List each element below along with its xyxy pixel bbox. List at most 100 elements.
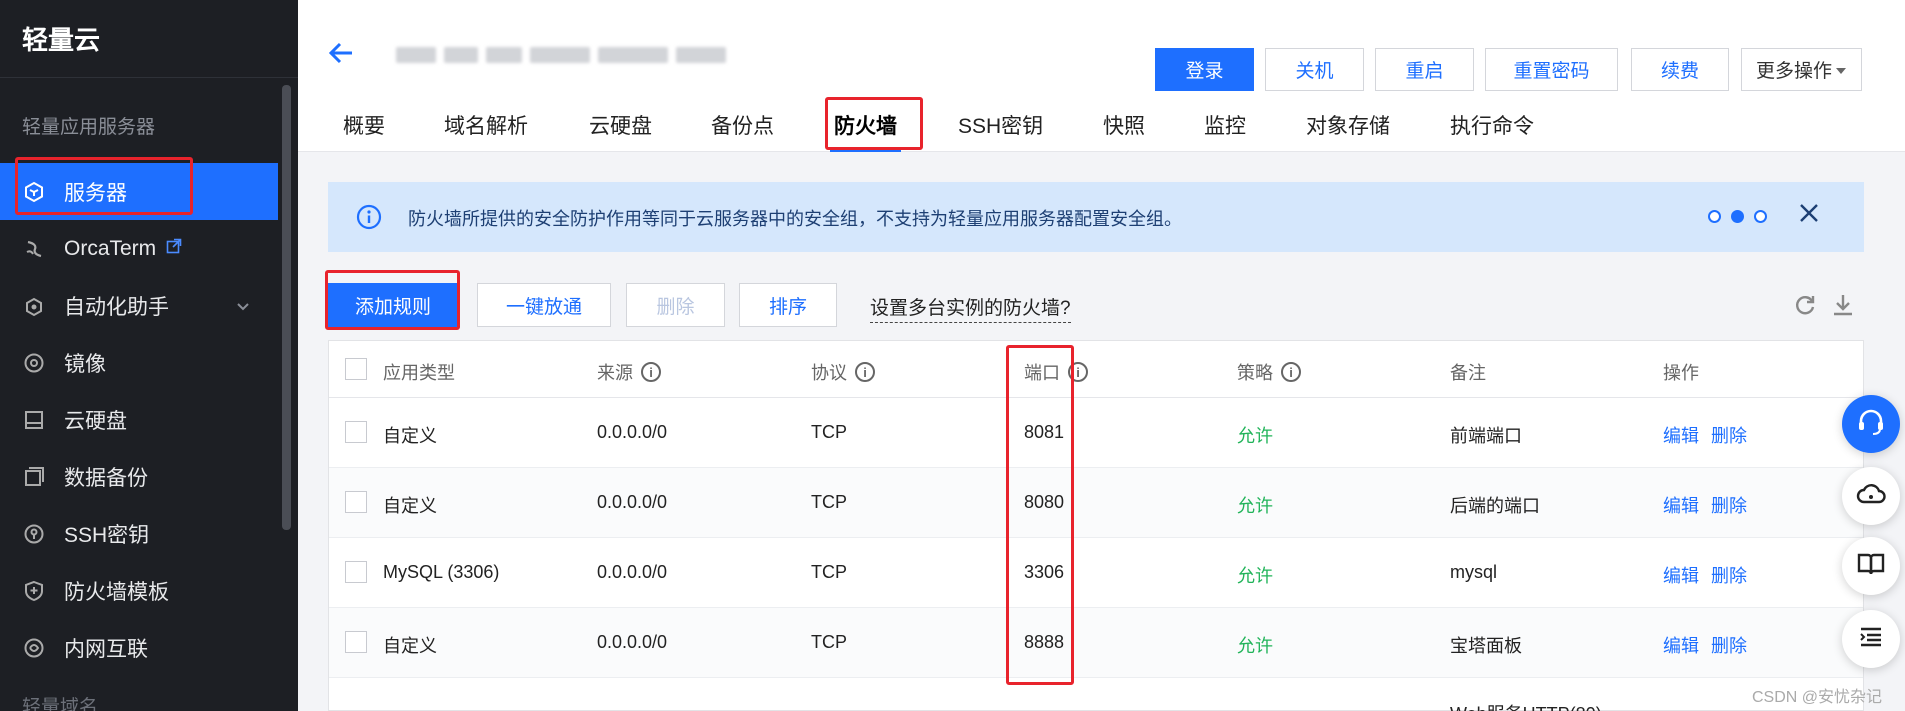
delete-button[interactable]: 删除 [626,283,725,327]
row-checkbox[interactable] [345,491,367,513]
refresh-icon[interactable] [1792,292,1818,318]
table-row: MySQL (3306) 0.0.0.0/0 TCP 3306 允许 mysql… [329,538,1863,608]
reset-password-button[interactable]: 重置密码 [1485,48,1618,91]
table-row-partial: Web服务HTTP(80) [329,678,1863,711]
table-header: 应用类型 来源 i 协议 i 端口 i 策略 i 备注 操作 [329,341,1863,398]
delete-link[interactable]: 删除 [1711,492,1747,518]
customer-service-button[interactable] [1842,395,1900,453]
tab-cloud-disk[interactable]: 云硬盘 [589,110,652,140]
key-icon [22,522,46,546]
cell-protocol: TCP [811,492,847,512]
edit-link[interactable]: 编辑 [1663,632,1699,658]
edit-link[interactable]: 编辑 [1663,422,1699,448]
tab-snapshot[interactable]: 快照 [1103,110,1145,140]
shield-icon [22,579,46,603]
delete-link[interactable]: 删除 [1711,562,1747,588]
book-icon [1855,548,1887,585]
row-checkbox[interactable] [345,631,367,653]
tab-object-storage[interactable]: 对象存储 [1306,110,1390,140]
cell-policy: 允许 [1237,566,1273,586]
select-all-checkbox[interactable] [345,358,367,380]
pagination-dot-active[interactable] [1731,210,1744,223]
sidebar-item-firewall-template[interactable]: 防火墙模板 [0,562,278,619]
cell-source: 0.0.0.0/0 [597,562,668,582]
cell-source: 0.0.0.0/0 [597,422,668,442]
notice-text: 防火墙所提供的安全防护作用等同于云服务器中的安全组，不支持为轻量应用服务器配置安… [408,209,1182,229]
sidebar-item-image[interactable]: 镜像 [0,334,278,391]
back-arrow-icon[interactable] [326,38,356,68]
sidebar-item-server[interactable]: 服务器 [0,163,278,220]
list-indent-icon [1857,623,1885,656]
shutdown-button[interactable]: 关机 [1265,48,1364,91]
outline-menu-button[interactable] [1842,610,1900,668]
pagination-dot[interactable] [1754,210,1767,223]
cell-port: 8888 [1024,632,1065,652]
header-port: 端口 i [1024,359,1088,385]
tab-domain-resolution[interactable]: 域名解析 [444,110,528,140]
headset-icon [1855,406,1887,443]
table-row: 自定义 0.0.0.0/0 TCP 8080 允许 后端的端口 编辑 删除 [329,468,1863,538]
sidebar-item-intranet[interactable]: 内网互联 [0,619,278,676]
image-disc-icon [22,351,46,375]
sidebar-item-label: 镜像 [64,352,106,376]
info-icon [356,204,382,230]
cell-source: 0.0.0.0/0 [597,492,668,512]
delete-link[interactable]: 删除 [1711,632,1747,658]
add-rule-button[interactable]: 添加规则 [328,283,458,327]
help-icon[interactable]: i [1281,362,1301,382]
header-actions: 操作 [1663,363,1699,383]
table-row: 自定义 0.0.0.0/0 TCP 8888 允许 宝塔面板 编辑 删除 [329,608,1863,678]
help-icon[interactable]: i [641,362,661,382]
cell-remark: 前端端口 [1450,426,1522,446]
sidebar-logo: 轻量云 [0,0,298,78]
sidebar: 轻量云 轻量应用服务器 服务器 OrcaTerm 自动化助手 镜像 云硬盘 数据… [0,0,298,711]
sidebar-item-label: 云硬盘 [64,409,127,433]
tab-overview[interactable]: 概要 [343,110,385,140]
header-protocol: 协议 i [811,359,875,385]
cell-policy: 允许 [1237,636,1273,656]
edit-link[interactable]: 编辑 [1663,492,1699,518]
sidebar-item-ssh-key[interactable]: SSH密钥 [0,505,278,562]
row-checkbox[interactable] [345,421,367,443]
terminal-icon [22,237,46,261]
help-icon[interactable]: i [855,362,875,382]
row-checkbox[interactable] [345,561,367,583]
cell-app-type: MySQL (3306) [383,562,500,582]
cell-remark: Web服务HTTP(80) [1450,700,1602,711]
sort-button[interactable]: 排序 [739,283,837,327]
sidebar-item-orcaterm[interactable]: OrcaTerm [0,220,278,277]
cloud-assistant-button[interactable] [1842,467,1900,525]
table-row: 自定义 0.0.0.0/0 TCP 8081 允许 前端端口 编辑 删除 [329,398,1863,468]
instance-name-blurred [396,42,756,68]
delete-link[interactable]: 删除 [1711,422,1747,448]
renew-button[interactable]: 续费 [1631,48,1729,91]
csdn-watermark: CSDN @安忧杂记 [1752,689,1883,706]
documentation-button[interactable] [1842,537,1900,595]
tab-backup-points[interactable]: 备份点 [711,110,774,140]
multi-instance-firewall-link[interactable]: 设置多台实例的防火墙? [870,293,1071,323]
login-button[interactable]: 登录 [1155,48,1254,91]
tab-monitoring[interactable]: 监控 [1204,110,1246,140]
pagination-dot[interactable] [1708,210,1721,223]
robot-icon [22,294,46,318]
cloud-icon [1855,478,1887,515]
more-actions-dropdown[interactable]: 更多操作 [1741,48,1862,91]
restart-button[interactable]: 重启 [1375,48,1474,91]
instance-header: 登录 关机 重启 重置密码 续费 更多操作 概要 域名解析 云硬盘 备份点 防火… [298,0,1905,152]
help-icon[interactable]: i [1068,362,1088,382]
tab-ssh-key[interactable]: SSH密钥 [958,110,1043,140]
sidebar-section-title: 轻量应用服务器 [22,117,156,138]
sidebar-item-cloud-disk[interactable]: 云硬盘 [0,391,278,448]
sidebar-item-label: OrcaTerm [64,236,157,260]
tab-run-command[interactable]: 执行命令 [1450,110,1534,140]
cell-protocol: TCP [811,632,847,652]
sidebar-section-title-domain: 轻量域名 [22,697,99,711]
sidebar-item-automation[interactable]: 自动化助手 [0,277,278,334]
download-icon[interactable] [1830,292,1856,318]
tab-firewall[interactable]: 防火墙 [830,110,901,152]
close-icon[interactable] [1798,202,1824,228]
edit-link[interactable]: 编辑 [1663,562,1699,588]
sidebar-item-backup[interactable]: 数据备份 [0,448,278,505]
sidebar-scrollbar[interactable] [282,85,291,530]
one-click-allow-button[interactable]: 一键放通 [477,283,611,327]
